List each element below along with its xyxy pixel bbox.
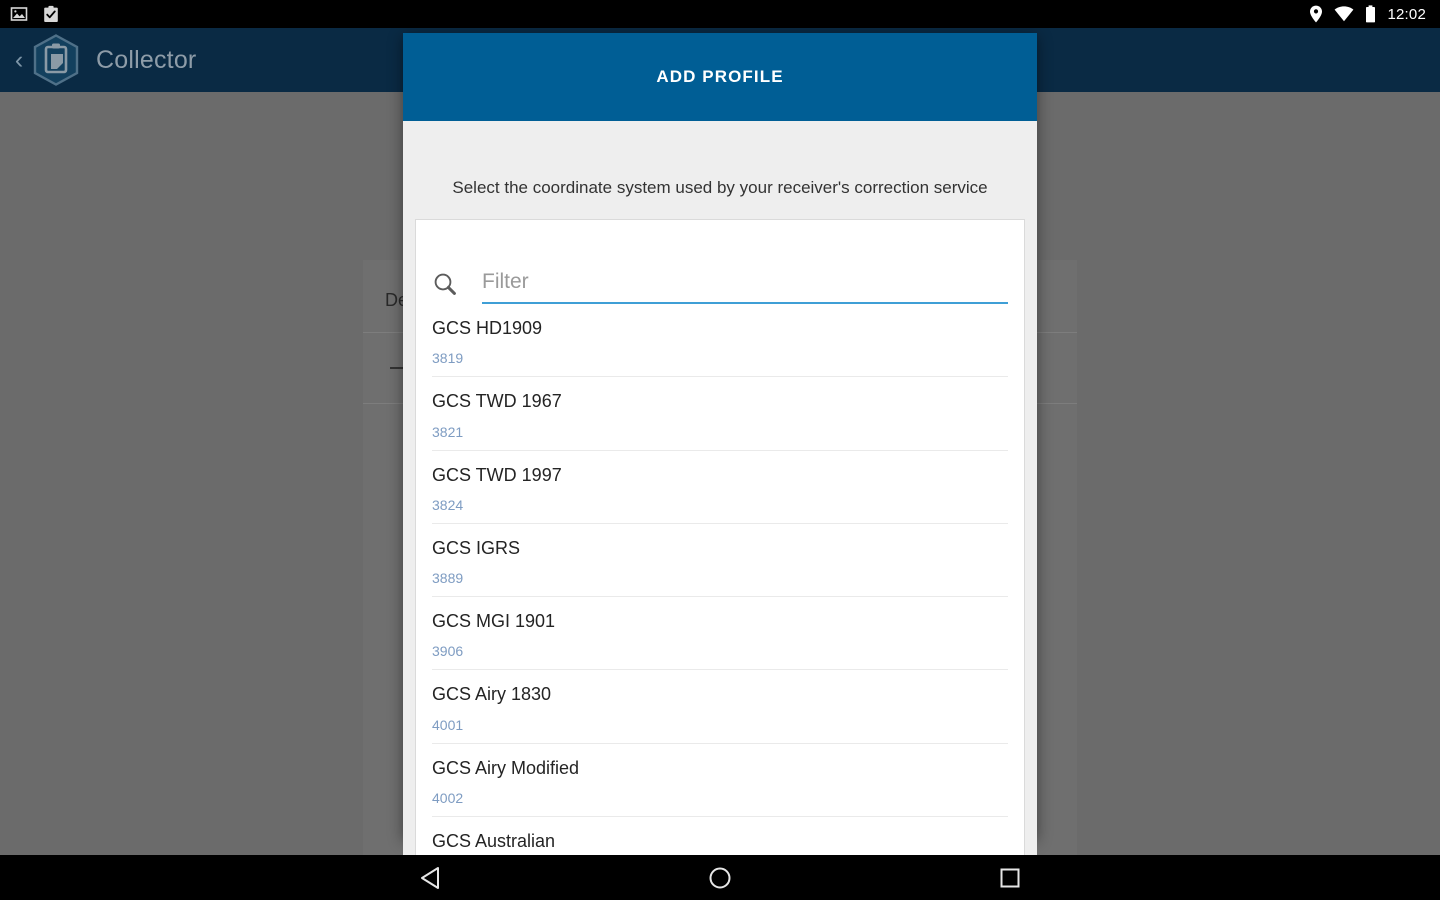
list-item[interactable]: GCS TWD 1997 3824 — [432, 451, 1008, 524]
coordinate-system-list[interactable]: GCS HD1909 3819 GCS TWD 1967 3821 GCS TW… — [416, 304, 1024, 863]
clipboard-check-icon — [44, 5, 58, 22]
list-item[interactable]: GCS TWD 1967 3821 — [432, 377, 1008, 451]
battery-icon — [1366, 5, 1376, 23]
list-item-name: GCS TWD 1967 — [432, 391, 562, 412]
list-item[interactable]: GCS IGRS 3889 — [432, 524, 1008, 598]
list-item-name: GCS HD1909 — [432, 318, 543, 338]
list-item[interactable]: GCS Airy Modified 4002 — [432, 744, 1008, 818]
image-icon — [10, 7, 28, 21]
status-bar-clock: 12:02 — [1387, 5, 1426, 23]
list-item[interactable]: GCS HD1909 3819 — [432, 304, 1008, 378]
list-item-code: 3906 — [432, 643, 464, 660]
list-item-name: GCS Airy Modified — [432, 757, 580, 778]
nav-recents-button[interactable] — [865, 867, 1155, 889]
filter-row — [416, 220, 1024, 304]
list-item-code: 3824 — [432, 496, 464, 513]
dialog-title: ADD PROFILE — [656, 67, 784, 86]
status-bar-system-icons: 12:02 — [1309, 0, 1426, 28]
list-item[interactable]: GCS MGI 1901 3906 — [432, 597, 1008, 671]
status-bar-notifications — [0, 5, 60, 24]
dialog-subtitle: Select the coordinate system used by you… — [452, 178, 988, 197]
wifi-icon — [1335, 6, 1354, 22]
app-title: Collector — [96, 45, 197, 74]
list-item-name: GCS Australian — [432, 831, 556, 852]
filter-field — [482, 270, 1008, 304]
android-status-bar: 12:02 — [0, 0, 1440, 28]
list-item-code: 3819 — [432, 350, 464, 367]
nav-home-button[interactable] — [575, 866, 865, 890]
list-item-name: GCS Airy 1830 — [432, 684, 552, 705]
list-item-name: GCS IGRS — [432, 537, 521, 558]
list-item-code: 4001 — [432, 716, 464, 733]
back-chevron-icon[interactable]: ‹ — [6, 47, 32, 73]
nav-back-button[interactable] — [285, 866, 575, 890]
dialog-body: Select the coordinate system used by you… — [403, 121, 1037, 865]
dialog-header: ADD PROFILE — [403, 33, 1037, 121]
search-input[interactable] — [482, 270, 1008, 304]
collector-logo-icon — [32, 34, 80, 86]
list-item-code: 3889 — [432, 570, 464, 587]
add-profile-dialog: ADD PROFILE Select the coordinate system… — [403, 33, 1037, 900]
android-nav-bar — [0, 855, 1440, 900]
list-item-code: 3821 — [432, 423, 464, 440]
list-item[interactable]: GCS Airy 1830 4001 — [432, 670, 1008, 744]
nav-back-triangle-icon — [421, 866, 439, 889]
list-item-code: 4002 — [432, 790, 464, 807]
list-item-name: GCS TWD 1997 — [432, 464, 562, 485]
nav-recents-square-icon — [1000, 868, 1020, 887]
screen: 12:02 ‹ Collector De ADD PROFILE Select … — [0, 0, 1440, 900]
location-pin-icon — [1310, 5, 1323, 23]
coordinate-system-list-card: GCS HD1909 3819 GCS TWD 1967 3821 GCS TW… — [415, 219, 1025, 865]
search-icon — [432, 264, 466, 304]
nav-home-circle-icon — [709, 867, 731, 888]
list-item-name: GCS MGI 1901 — [432, 611, 556, 632]
